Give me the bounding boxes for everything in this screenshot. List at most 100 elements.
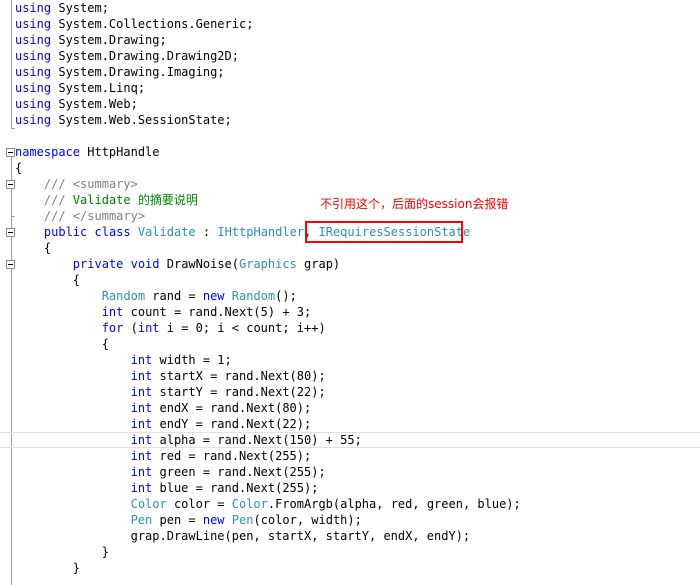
code-line[interactable]: int red = rand.Next(255); xyxy=(0,448,700,464)
code-token: int xyxy=(137,321,160,335)
code-token: red = rand.Next(255); xyxy=(152,449,312,463)
code-token: namespace xyxy=(15,145,81,159)
code-token: using xyxy=(15,33,52,47)
code-line[interactable]: int endY = rand.Next(22); xyxy=(0,416,700,432)
code-line[interactable]: int endX = rand.Next(80); xyxy=(0,400,700,416)
code-token: int xyxy=(130,481,153,495)
code-line[interactable]: namespace HttpHandle xyxy=(0,144,700,160)
code-line[interactable]: int startX = rand.Next(80); xyxy=(0,368,700,384)
code-line[interactable]: for (int i = 0; i < count; i++) xyxy=(0,320,700,336)
code-line[interactable]: } xyxy=(0,544,700,560)
code-line[interactable]: { xyxy=(0,272,700,288)
code-line[interactable]: /// <summary> xyxy=(0,176,700,192)
code-text: using System.Drawing; xyxy=(15,32,167,48)
code-text: using System.Web; xyxy=(15,96,138,112)
code-text: Pen pen = new Pen(color, width); xyxy=(15,512,362,528)
code-token: new xyxy=(202,513,225,527)
code-line[interactable]: { xyxy=(0,336,700,352)
code-token: endX = rand.Next(80); xyxy=(152,401,312,415)
code-token: Random xyxy=(101,289,146,303)
code-token: (color, width); xyxy=(253,513,362,527)
code-token: int xyxy=(130,465,153,479)
code-line[interactable]: int startY = rand.Next(22); xyxy=(0,384,700,400)
code-token: int xyxy=(130,401,153,415)
code-token: (); xyxy=(275,289,297,303)
code-line[interactable]: Pen pen = new Pen(color, width); xyxy=(0,512,700,528)
code-token: HttpHandle xyxy=(80,145,160,159)
code-token: </summary> xyxy=(72,209,146,223)
code-token: System.Web.SessionState; xyxy=(51,113,232,127)
code-token: <summary> xyxy=(72,177,138,191)
code-token: System.Web; xyxy=(51,97,138,111)
code-line[interactable]: using System.Web.SessionState; xyxy=(0,112,700,128)
code-line[interactable] xyxy=(0,128,700,144)
code-line[interactable]: int width = 1; xyxy=(0,352,700,368)
code-token: pen = xyxy=(152,513,203,527)
code-token: using xyxy=(15,81,52,95)
code-line[interactable]: Color color = Color.FromArgb(alpha, red,… xyxy=(0,496,700,512)
code-token: int xyxy=(130,353,153,367)
code-token: void xyxy=(130,257,160,271)
code-token: ( xyxy=(123,321,138,335)
code-token: for xyxy=(101,321,124,335)
code-text: grap.DrawLine(pen, startX, startY, endX,… xyxy=(15,528,471,544)
code-line[interactable]: using System.Collections.Generic; xyxy=(0,16,700,32)
code-line[interactable]: { xyxy=(0,160,700,176)
code-text: int width = 1; xyxy=(15,352,232,368)
code-line[interactable]: Random rand = new Random(); xyxy=(0,288,700,304)
code-text: /// <summary> xyxy=(15,176,138,192)
code-line[interactable]: using System.Web; xyxy=(0,96,700,112)
code-token: { xyxy=(15,241,52,255)
code-line[interactable]: grap.DrawLine(pen, startX, startY, endX,… xyxy=(0,528,700,544)
code-line[interactable]: int green = rand.Next(255); xyxy=(0,464,700,480)
code-token: DrawNoise( xyxy=(159,257,239,271)
code-token: new xyxy=(202,289,225,303)
code-token: using xyxy=(15,113,52,127)
annotation-note: 不引用这个，后面的session会报错 xyxy=(320,197,509,211)
code-text: { xyxy=(15,160,22,176)
code-line[interactable]: int blue = rand.Next(255); xyxy=(0,480,700,496)
code-token: width = 1; xyxy=(152,353,232,367)
highlight-box xyxy=(305,221,463,243)
code-text: using System.Linq; xyxy=(15,80,145,96)
code-line[interactable]: private void DrawNoise(Graphics grap) xyxy=(0,256,700,272)
code-token: alpha = rand.Next(150) + 55; xyxy=(152,433,362,447)
code-text: for (int i = 0; i < count; i++) xyxy=(15,320,326,336)
code-text: using System; xyxy=(15,0,109,16)
code-line[interactable]: } xyxy=(0,560,700,576)
code-text: } xyxy=(15,560,80,576)
code-line[interactable]: using System.Drawing; xyxy=(0,32,700,48)
code-text: { xyxy=(15,336,109,352)
code-token: using xyxy=(15,65,52,79)
code-token: int xyxy=(130,433,153,447)
code-token: { xyxy=(15,337,109,351)
code-text: { xyxy=(15,240,51,256)
code-line[interactable]: using System.Linq; xyxy=(0,80,700,96)
code-line[interactable]: using System.Drawing.Drawing2D; xyxy=(0,48,700,64)
code-token: .FromArgb(alpha, red, green, blue); xyxy=(267,497,521,511)
code-text: } xyxy=(15,544,109,560)
code-text: using System.Drawing.Drawing2D; xyxy=(15,48,239,64)
code-line[interactable]: int alpha = rand.Next(150) + 55; xyxy=(0,432,700,448)
code-line[interactable]: using System.Drawing.Imaging; xyxy=(0,64,700,80)
code-line[interactable]: using System; xyxy=(0,0,700,16)
code-token: IHttpHandler xyxy=(217,225,305,239)
code-text: int count = rand.Next(5) + 3; xyxy=(15,304,312,320)
code-editor[interactable]: using System; using System.Collections.Ge… xyxy=(0,0,700,585)
code-line[interactable]: int count = rand.Next(5) + 3; xyxy=(0,304,700,320)
